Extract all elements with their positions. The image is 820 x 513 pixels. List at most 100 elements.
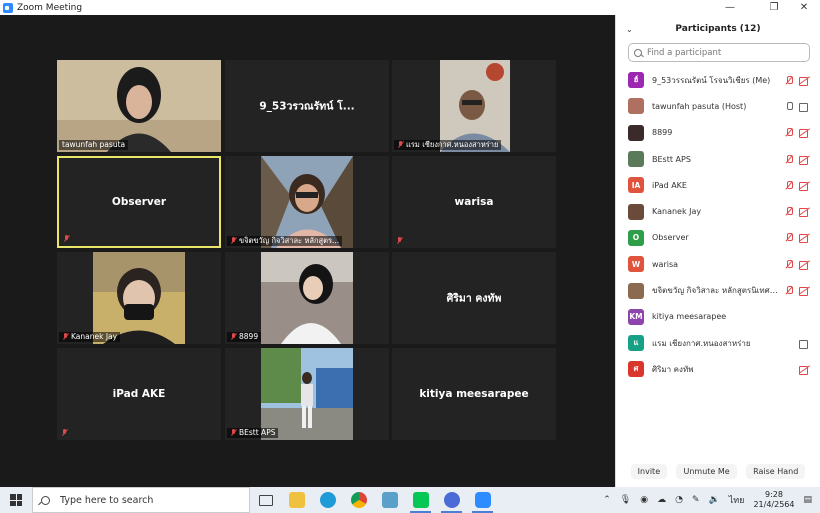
participant-row[interactable]: 8899 [616,120,820,146]
mic-muted-icon [61,429,68,437]
participant-row[interactable]: ขจิตขวัญ กิจวิสาละ หลักสูตรนิเทศศาสต... [616,277,820,303]
participant-row[interactable]: O Observer [616,225,820,251]
participant-row[interactable]: ฮ์ 9_53วรรณรัตน์ โรจนวิเชียร (Me) [616,67,820,93]
video-camera-icon [799,102,810,112]
mic-muted-icon [230,333,237,341]
participant-status-icons [799,365,810,375]
chrome-icon [350,492,367,508]
pen-icon[interactable]: ✎ [692,495,700,505]
edge-button[interactable] [312,487,343,513]
participant-name: warisa [652,259,679,269]
participant-avatar [628,98,644,115]
participant-row[interactable]: KM kitiya meesarapee [616,304,820,330]
line-button[interactable] [405,487,436,513]
invite-button[interactable]: Invite [630,464,668,479]
participant-display-name: iPad AKE [112,388,166,400]
video-tile-warisa[interactable]: warisa [392,156,556,248]
video-tile-8899[interactable]: 8899 [225,252,389,344]
windows-logo-icon [10,494,22,506]
video-camera-off-icon [799,287,810,297]
participant-status-icons [785,128,810,139]
input-language[interactable]: ไทย [729,493,745,507]
camera-icon[interactable]: ◉ [640,495,648,505]
microphone-muted-icon [785,259,793,269]
clock[interactable]: 9:28 21/4/2564 [753,490,794,510]
close-button[interactable]: ✕ [790,0,818,15]
start-button[interactable] [0,487,32,513]
participant-avatar: แ [628,335,644,352]
participant-avatar [628,282,644,299]
video-tile-khajit[interactable]: ขจิตขวัญ กิจวิสาละ หลักสูตร... [225,156,389,248]
participant-avatar: W [628,256,644,273]
raise-hand-button[interactable]: Raise Hand [746,464,806,479]
wifi-icon[interactable]: ◔ [675,495,683,505]
window-title: Zoom Meeting [17,2,83,13]
participant-name: Observer [652,233,689,243]
task-view-icon [258,494,273,506]
participant-status-icons [785,233,810,244]
video-tile-bestt-aps[interactable]: BEstt APS [225,348,389,440]
teams-button[interactable] [436,487,467,513]
chrome-button[interactable] [343,487,374,513]
participant-status-icons [785,286,810,297]
participant-list: ฮ์ 9_53วรรณรัตน์ โรจนวิเชียร (Me) tawunfah… [616,67,820,383]
participant-display-name: 9_53วรวณรัทน์ โ... [259,100,355,113]
participant-row[interactable]: Kananek Jay [616,198,820,224]
zoom-taskbar-button[interactable] [467,487,498,513]
chat-app-icon [443,492,460,508]
participant-status-icons [799,339,810,349]
participant-name: tawunfah pasuta (Host) [652,101,747,111]
folder-icon [288,492,305,508]
video-tile-tawunfah[interactable]: tawunfah pasuta [57,60,221,152]
microphone-icon[interactable]: 🎙 [620,495,631,505]
participant-row[interactable]: tawunfah pasuta (Host) [616,93,820,119]
network-icon[interactable]: ☁ [657,495,666,505]
video-tile-kananek[interactable]: Kananek Jay [57,252,221,344]
video-tile-ram[interactable]: แรม เชียงกาศ.หนองสาหร่าย [392,60,556,152]
participant-name: kitiya meesarapee [652,312,727,322]
participant-name: BEstt APS [652,154,691,164]
participants-header: ⌄ Participants (12) [616,15,820,43]
video-tile-self[interactable]: 9_53วรวณรัทน์ โ... [225,60,389,152]
participant-avatar [628,203,644,220]
microphone-icon [785,101,793,111]
participant-status-icons [799,313,810,320]
video-tile-kitiya[interactable]: kitiya meesarapee [392,348,556,440]
collapse-chevron-icon[interactable]: ⌄ [626,25,633,34]
search-icon [634,48,642,57]
microphone-muted-icon [785,233,793,242]
video-tile-sirima[interactable]: ศิริมา คงทัพ [392,252,556,344]
participant-video [261,156,353,248]
minimize-button[interactable]: — [716,0,744,15]
participant-display-name: ศิริมา คงทัพ [446,292,502,305]
participant-row[interactable]: แ แรม เชียงกาศ.หนองสาหร่าย [616,330,820,356]
zoom-icon [474,492,491,508]
system-tray: ⌃ 🎙 ◉ ☁ ◔ ✎ 🔉 ไทย 9:28 21/4/2564 ▤ [603,487,820,513]
participant-status-icons [785,75,810,86]
video-gallery: tawunfah pasuta 9_53วรวณรัทน์ โ... แรม เ… [0,15,615,487]
participant-video [261,348,353,440]
participant-row[interactable]: BEstt APS [616,146,820,172]
participant-search-input[interactable]: Find a participant [628,43,810,62]
unmute-me-button[interactable]: Unmute Me [676,464,737,479]
participant-row[interactable]: Wwarisa [616,251,820,277]
file-explorer-button[interactable] [281,487,312,513]
microphone-muted-icon [785,286,793,295]
participants-panel: ⌄ Participants (12) Find a participant ฮ… [615,15,820,487]
participant-avatar: ฮ์ [628,72,644,89]
participant-avatar [628,124,644,141]
show-hidden-icons-chevron-icon[interactable]: ⌃ [603,495,611,505]
volume-icon[interactable]: 🔉 [709,495,720,505]
clock-time: 9:28 [764,490,783,499]
participant-name: 8899 [652,128,673,138]
participant-row[interactable]: IA iPad AKE [616,172,820,198]
taskbar-search-box[interactable]: Type here to search [32,487,250,513]
task-view-button[interactable] [250,487,281,513]
notifications-icon[interactable]: ▤ [803,495,812,505]
participant-row[interactable]: ศ ศิริมา คงทัพ [616,356,820,382]
restore-button[interactable]: ❐ [760,0,788,15]
app-button[interactable] [374,487,405,513]
video-tile-observer[interactable]: Observer [57,156,221,248]
participant-name: Kananek Jay [652,207,702,217]
video-tile-ipad-ake[interactable]: iPad AKE [57,348,221,440]
